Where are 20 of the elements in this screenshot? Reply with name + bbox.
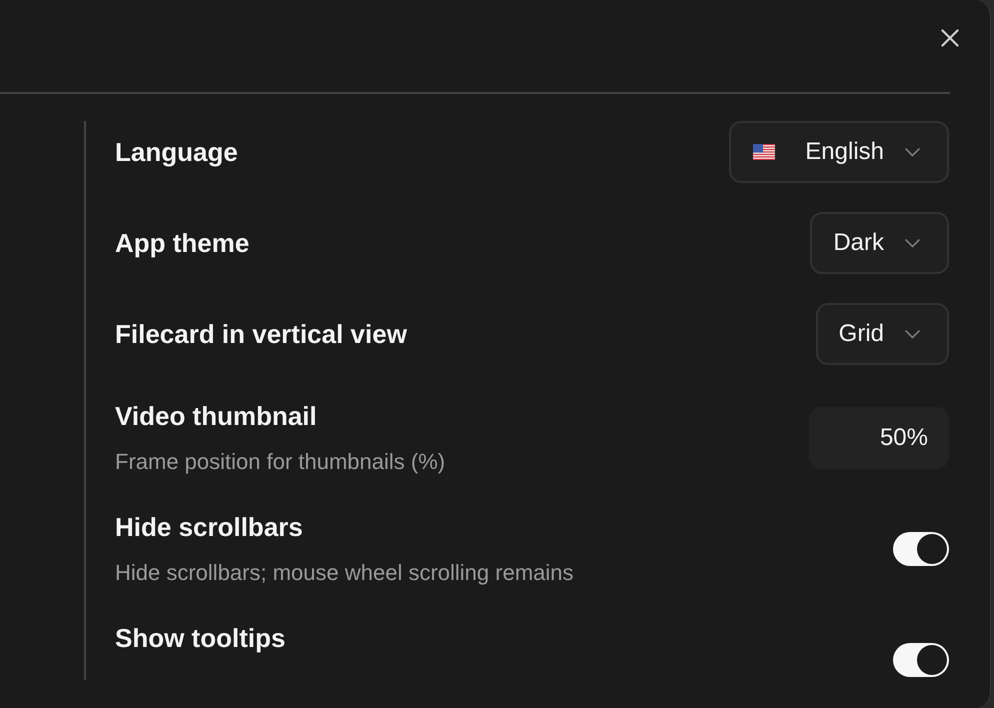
dropdown[interactable]: Grid xyxy=(816,303,949,365)
setting-label: Language xyxy=(115,136,238,168)
chevron-icon xyxy=(905,148,920,156)
setting-label: Show tooltips xyxy=(115,622,286,654)
dropdown[interactable]: Dark xyxy=(810,212,949,274)
setting-description: Hide scrollbars; mouse wheel scrolling remains xyxy=(115,559,574,587)
setting-label: App theme xyxy=(115,227,250,259)
toggle-switch[interactable] xyxy=(893,532,949,566)
toggle-switch[interactable] xyxy=(893,643,949,677)
close-icon xyxy=(941,29,959,47)
setting-label: Hide scrollbars xyxy=(115,511,303,543)
flag-icon xyxy=(753,144,776,160)
language-dropdown[interactable]: English xyxy=(729,121,949,183)
setting-description: Frame position for thumbnails (%) xyxy=(115,448,446,476)
setting-label: Video thumbnail xyxy=(115,400,317,432)
close-button[interactable] xyxy=(941,29,959,47)
chevron-icon xyxy=(905,330,920,338)
setting-label: Filecard in vertical view xyxy=(115,318,407,350)
number-field[interactable]: 50% xyxy=(809,407,949,469)
chevron-icon xyxy=(905,238,920,248)
